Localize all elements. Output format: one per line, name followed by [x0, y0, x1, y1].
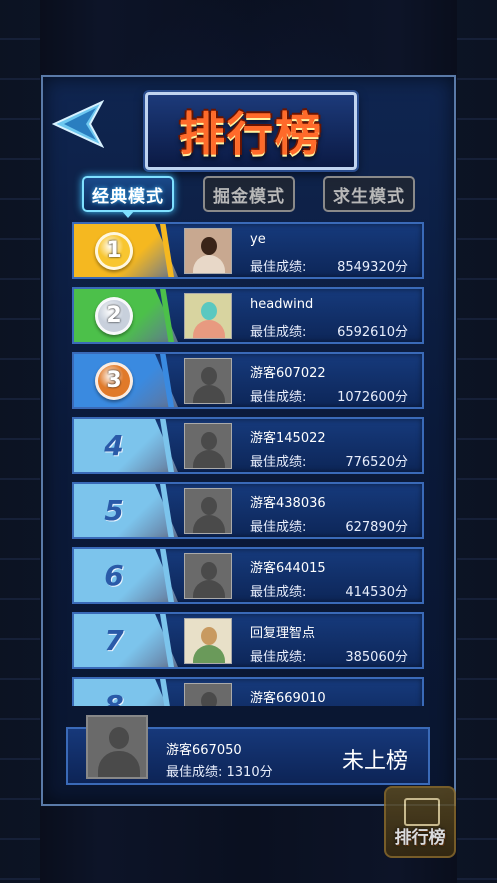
avatar [184, 618, 232, 664]
best-score-label: 最佳成绩: [250, 455, 307, 470]
best-score-value: 6592610分 [337, 325, 408, 340]
best-score-label: 最佳成绩: [250, 650, 307, 665]
back-arrow-icon[interactable] [52, 100, 104, 148]
player-name: 游客438036 [250, 496, 326, 511]
avatar [184, 358, 232, 404]
page-title: 排行榜 [179, 107, 323, 161]
leaderboard-button[interactable]: 排行榜 [384, 786, 456, 858]
tab-gold-mode[interactable]: 掘金模式 [203, 176, 295, 212]
avatar [184, 228, 232, 274]
my-best-score: 最佳成绩: 1310分 [166, 765, 273, 780]
avatar [184, 488, 232, 534]
rank-number: 7 [104, 624, 124, 657]
avatar [184, 553, 232, 599]
tab-classic-mode[interactable]: 经典模式 [82, 176, 174, 218]
best-score-label: 最佳成绩: [250, 585, 307, 600]
my-rank-status: 未上榜 [341, 749, 408, 774]
leaderboard-button-label: 排行榜 [394, 828, 446, 848]
tab-survival-mode[interactable]: 求生模式 [323, 176, 415, 212]
avatar [184, 423, 232, 469]
best-score-value: 776520分 [345, 455, 408, 470]
rank-number: 2 [106, 303, 122, 328]
ranking-list[interactable]: 1 ye 最佳成绩: 8549320分 2 headwind 最佳成绩: 6592610分 3 游… [72, 222, 424, 706]
medal-icon: 1 [95, 231, 133, 270]
best-score-label: 最佳成绩: [250, 325, 307, 340]
player-name: ye [250, 232, 266, 247]
player-name: 回复理智点 [250, 626, 316, 641]
medal-icon: 2 [95, 296, 133, 335]
rank-number: 4 [104, 429, 124, 462]
rank-number: 8 [104, 689, 124, 706]
player-name: 游客607022 [250, 366, 326, 381]
title-plate: 排行榜 [145, 92, 357, 170]
best-score-value: 414530分 [345, 585, 408, 600]
table-row[interactable]: 3 游客607022 最佳成绩: 1072600分 [72, 352, 424, 409]
best-score-label: 最佳成绩: [250, 520, 307, 535]
leaderboard-icon [404, 798, 440, 826]
rank-number: 1 [106, 238, 122, 263]
best-score-label: 最佳成绩: [250, 390, 307, 405]
medal-icon: 3 [95, 361, 133, 400]
best-score-value: 1072600分 [337, 390, 408, 405]
rank-number: 5 [104, 494, 124, 527]
best-score-value: 385060分 [345, 650, 408, 665]
table-row[interactable]: 6 游客644015 最佳成绩: 414530分 [72, 547, 424, 604]
table-row[interactable]: 7 回复理智点最佳成绩: 385060分 [72, 612, 424, 669]
avatar [184, 683, 232, 706]
player-name: 游客669010 [250, 691, 326, 706]
table-row[interactable]: 5 游客438036 最佳成绩: 627890分 [72, 482, 424, 539]
best-score-label: 最佳成绩: [250, 260, 307, 275]
background-pillar-left [0, 0, 40, 883]
my-rank-row: 游客667050 最佳成绩: 1310分 未上榜 [66, 715, 430, 785]
my-avatar [86, 715, 148, 779]
player-name: 游客644015 [250, 561, 326, 576]
best-score-value: 627890分 [345, 520, 408, 535]
my-name: 游客667050 [166, 743, 242, 758]
table-row[interactable]: 1 ye 最佳成绩: 8549320分 [72, 222, 424, 279]
table-row[interactable]: 8 游客669010 [72, 677, 424, 706]
background-pillar-right [457, 0, 497, 883]
player-name: 游客145022 [250, 431, 326, 446]
rank-number: 6 [104, 559, 124, 592]
avatar [184, 293, 232, 339]
table-row[interactable]: 2 headwind 最佳成绩: 6592610分 [72, 287, 424, 344]
table-row[interactable]: 4 游客145022 最佳成绩: 776520分 [72, 417, 424, 474]
rank-number: 3 [106, 368, 122, 393]
player-name: headwind [250, 297, 314, 312]
best-score-value: 8549320分 [337, 260, 408, 275]
